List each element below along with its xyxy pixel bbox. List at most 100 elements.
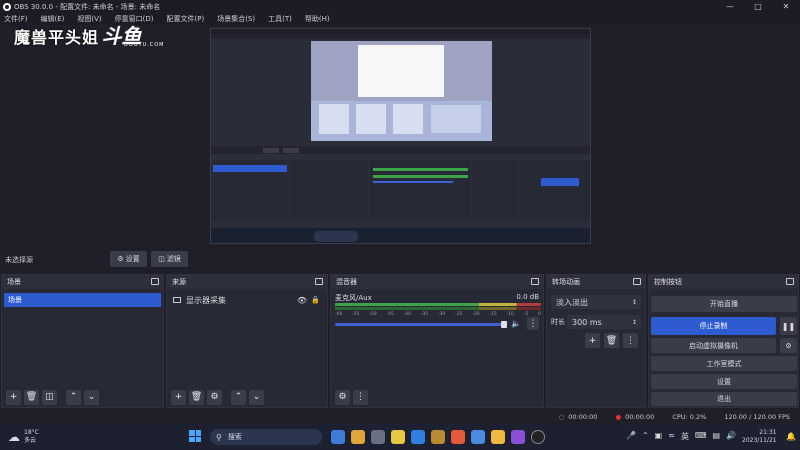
menu-help[interactable]: 帮助(H) xyxy=(305,14,330,24)
app-icon-10[interactable] xyxy=(511,430,525,444)
mixer-more-icon[interactable]: ⋮ xyxy=(353,389,368,405)
move-down-icon[interactable]: ⌄ xyxy=(84,389,99,405)
app-icon-3[interactable] xyxy=(371,430,385,444)
scene-item-label: 场景 xyxy=(8,296,22,304)
taskbar-search-box[interactable]: ⚲ 搜索 xyxy=(210,429,322,445)
app-icon-1[interactable] xyxy=(331,430,345,444)
keyboard-icon[interactable]: ⌨ xyxy=(695,431,707,442)
volume-slider[interactable] xyxy=(335,323,505,326)
add-transition-icon[interactable]: + xyxy=(585,333,600,348)
app-icon-4[interactable] xyxy=(391,430,405,444)
move-down-icon[interactable]: ⌄ xyxy=(249,389,264,405)
source-properties-gear-icon[interactable]: ⚙ xyxy=(207,389,222,405)
settings-button[interactable]: 设置 xyxy=(651,374,797,389)
menu-tools[interactable]: 工具(T) xyxy=(268,14,292,24)
app-icon-7[interactable] xyxy=(451,430,465,444)
duration-label: 时长 xyxy=(551,318,565,326)
undock-icon[interactable] xyxy=(315,278,323,285)
move-up-icon[interactable]: ⌃ xyxy=(231,389,246,405)
source-filters-button[interactable]: ◫ 滤镜 xyxy=(151,251,188,267)
app-icon-8[interactable] xyxy=(471,430,485,444)
gear-icon: ⚙ xyxy=(117,255,124,263)
scene-filters-icon[interactable]: ◫ xyxy=(42,389,57,405)
obs-taskbar-icon[interactable] xyxy=(531,430,545,444)
add-scene-icon[interactable]: + xyxy=(6,389,21,405)
system-tray: 🎤 ⌃ ▣ ≈ 英 ⌨ ▤ 🔊 xyxy=(626,431,736,442)
preview-canvas[interactable] xyxy=(210,28,591,244)
add-source-icon[interactable]: + xyxy=(171,389,186,405)
menu-profile[interactable]: 配置文件(P) xyxy=(167,14,205,24)
scene-list-item[interactable]: 场景 xyxy=(4,293,161,307)
transition-type-select[interactable]: 淡入淡出 ↕ xyxy=(551,295,641,309)
app-icon-5[interactable] xyxy=(411,430,425,444)
remove-scene-icon[interactable]: 🗑 xyxy=(24,389,39,405)
dock-area: 场景 场景 + 🗑 ◫ ⌃ ⌄ 来源 显示器采集 👁 🔒 + 🗑 ⚙ ⌃ ⌄ 混… xyxy=(0,272,800,410)
menu-scene-collection[interactable]: 场景集合(S) xyxy=(217,14,255,24)
windows-start-icon[interactable] xyxy=(189,430,201,442)
source-toolbar: 未选择源 ⚙ 设置 ◫ 滤镜 xyxy=(0,247,800,272)
volume-icon[interactable]: 🔊 xyxy=(726,431,736,442)
folder-icon[interactable] xyxy=(491,430,505,444)
obs-logo-icon xyxy=(3,2,11,11)
undock-icon[interactable] xyxy=(786,278,794,285)
transition-duration-input[interactable]: 300 ms ↕ xyxy=(567,315,641,329)
start-streaming-button[interactable]: 开始直播 xyxy=(651,296,797,312)
network-icon[interactable]: ▤ xyxy=(712,431,720,442)
remove-source-icon[interactable]: 🗑 xyxy=(189,389,204,405)
microphone-icon[interactable]: 🎤 xyxy=(626,431,636,442)
title-bar: OBS 30.0.0 - 配置文件: 未命名 - 场景: 未命名 — □ ✕ xyxy=(0,0,800,13)
tray-chevron-icon[interactable]: ⌃ xyxy=(642,431,649,442)
nested-obs-preview xyxy=(211,29,590,243)
undock-icon[interactable] xyxy=(151,278,159,285)
close-icon[interactable]: ✕ xyxy=(772,0,800,13)
stream-time: 00:00:00 xyxy=(568,413,598,421)
speaker-icon[interactable]: 🔈 xyxy=(511,319,521,328)
preview-area xyxy=(0,25,800,247)
lock-icon[interactable]: 🔒 xyxy=(311,296,320,304)
volume-slider-handle[interactable] xyxy=(501,321,507,328)
controls-dock: 控制按钮 开始直播 停止录制 ❚❚ 启动虚拟摄像机 ⚙ 工作室模式 设置 退出 xyxy=(648,274,799,408)
scenes-dock-header: 场景 xyxy=(2,275,163,289)
start-virtual-camera-button[interactable]: 启动虚拟摄像机 xyxy=(651,338,776,353)
undock-icon[interactable] xyxy=(531,278,539,285)
source-list-item[interactable]: 显示器采集 👁 🔒 xyxy=(169,293,325,307)
visibility-eye-icon[interactable]: 👁 xyxy=(297,296,307,305)
taskbar-clock[interactable]: 21:31 2023/11/21 xyxy=(742,429,777,445)
tray-app-icon[interactable]: ▣ xyxy=(655,431,663,442)
app-icon-6[interactable] xyxy=(431,430,445,444)
spinner-arrows-icon: ↕ xyxy=(631,298,637,306)
volume-meter-secondary xyxy=(335,307,541,310)
mixer-dock-title: 混音器 xyxy=(336,278,357,286)
stop-recording-button[interactable]: 停止录制 xyxy=(651,317,776,335)
audio-mixer-dock: 混音器 麦克风/Aux 0.0 dB -60 -55 -50 -45 -40 -35 -30… xyxy=(330,274,544,408)
mixer-menu-icon[interactable]: ⋮ xyxy=(527,317,539,330)
search-placeholder: 搜索 xyxy=(227,433,242,441)
maximize-icon[interactable]: □ xyxy=(744,0,772,13)
transition-menu-icon[interactable]: ⋮ xyxy=(623,333,638,348)
notification-bell-icon[interactable]: 🔔 xyxy=(786,432,796,441)
undock-icon[interactable] xyxy=(633,278,641,285)
filters-icon: ◫ xyxy=(158,255,165,263)
wifi-icon[interactable]: ≈ xyxy=(668,431,675,442)
pause-recording-icon[interactable]: ❚❚ xyxy=(780,317,797,335)
move-up-icon[interactable]: ⌃ xyxy=(66,389,81,405)
input-language[interactable]: 英 xyxy=(681,431,689,442)
transitions-dock-header: 转场动画 xyxy=(547,275,645,289)
source-settings-button[interactable]: ⚙ 设置 xyxy=(110,251,147,267)
remove-transition-icon[interactable]: 🗑 xyxy=(604,333,619,348)
weather-widget[interactable]: ☁ 18°C 多云 xyxy=(8,429,128,445)
taskbar-apps xyxy=(328,430,548,444)
studio-mode-button[interactable]: 工作室模式 xyxy=(651,356,797,371)
advanced-audio-gear-icon[interactable]: ⚙ xyxy=(335,389,350,405)
windows-taskbar: ☁ 18°C 多云 ⚲ 搜索 🎤 ⌃ ▣ ≈ 英 ⌨ ▤ 🔊 21:31 202… xyxy=(0,424,800,450)
exit-button[interactable]: 退出 xyxy=(651,392,797,406)
app-icon-2[interactable] xyxy=(351,430,365,444)
stream-watermark: 魔兽平头姐 斗鱼 DOUYU.COM xyxy=(14,20,164,49)
search-icon: ⚲ xyxy=(216,432,222,442)
monitor-icon xyxy=(173,297,181,303)
mixer-scale: -60 -55 -50 -45 -40 -35 -30 -25 -20 -15 -10 -5 0 xyxy=(335,312,541,317)
source-settings-label: 设置 xyxy=(125,255,140,263)
minimize-icon[interactable]: — xyxy=(716,0,744,13)
status-bar: ○ 00:00:00 ● 00:00:00 CPU: 0.2% 120.00 /… xyxy=(0,410,800,424)
virtual-camera-gear-icon[interactable]: ⚙ xyxy=(780,338,797,353)
